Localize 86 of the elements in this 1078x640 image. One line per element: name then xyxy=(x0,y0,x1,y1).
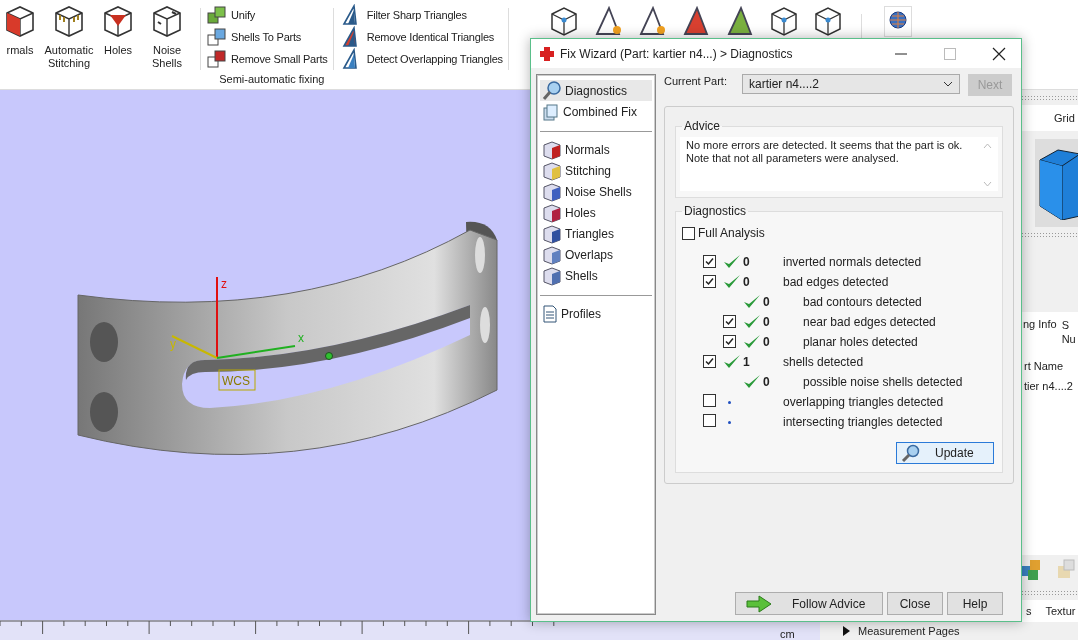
tool-button[interactable] xyxy=(812,6,843,39)
ribbon-button[interactable]: Detect Overlapping Triangles xyxy=(337,48,504,70)
chevron-icon xyxy=(943,81,953,87)
dialog-button[interactable]: Close xyxy=(887,592,943,615)
count: 0 xyxy=(743,255,750,269)
dialog-button[interactable]: Help xyxy=(947,592,1003,615)
search-icon xyxy=(542,80,562,101)
count: 0 xyxy=(763,335,770,349)
sidebar-item[interactable]: Overlaps xyxy=(540,244,652,265)
group-title: Advice xyxy=(683,119,722,133)
chevron-icon xyxy=(982,181,992,187)
ribbon-button[interactable]: Holes xyxy=(98,4,138,70)
checkbox[interactable] xyxy=(703,414,716,427)
checkbox[interactable] xyxy=(723,314,736,328)
ruler-unit: cm xyxy=(780,628,795,640)
axis-label: x xyxy=(298,331,304,345)
ribbon-button[interactable]: Remove Identical Triangles xyxy=(337,26,504,48)
check-label: bad edges detected xyxy=(783,275,890,289)
tool-button[interactable] xyxy=(883,6,912,37)
group-label: Semi-automatic fixing xyxy=(219,73,325,85)
panel-tab[interactable]: s xyxy=(1026,605,1032,617)
part-dropdown[interactable]: kartier n4....2 xyxy=(742,74,960,94)
checkbox[interactable] xyxy=(723,334,736,348)
column-heading: S xyxy=(1061,318,1070,332)
checkbox[interactable] xyxy=(703,274,716,288)
tool-button[interactable] xyxy=(548,6,579,39)
tool-button[interactable] xyxy=(768,6,799,39)
ribbon-button[interactable]: Automatic Stitching xyxy=(40,4,98,70)
axis-label: y xyxy=(170,337,176,351)
group-title: Diagnostics xyxy=(683,204,748,218)
field-label: Current Part: xyxy=(664,75,728,87)
panel-tab[interactable]: Textur xyxy=(1045,605,1076,617)
column-heading: Nu xyxy=(1061,332,1076,346)
close-icon xyxy=(992,46,1006,61)
globe-icon xyxy=(887,10,908,30)
arrow-icon xyxy=(746,594,772,613)
check-label: shells detected xyxy=(783,355,865,369)
sidebar-item[interactable]: Noise Shells xyxy=(540,181,652,202)
ribbon-button[interactable]: Shells To Parts xyxy=(205,26,329,48)
label-frame xyxy=(218,369,256,391)
ribbon-button[interactable]: rmals xyxy=(0,4,40,70)
sidebar-item[interactable]: Shells xyxy=(540,265,652,286)
count: 1 xyxy=(743,355,750,369)
pivot-point xyxy=(325,352,333,360)
check-label: inverted normals detected xyxy=(783,255,923,269)
document-icon xyxy=(542,304,558,323)
checkbox[interactable] xyxy=(703,254,716,268)
chevron-icon xyxy=(982,143,992,149)
check-label: intersecting triangles detected xyxy=(783,415,944,429)
sidebar-item[interactable]: Profiles xyxy=(540,303,652,324)
check-label: planar holes detected xyxy=(803,335,919,349)
table-cell[interactable]: tier n4....2 xyxy=(1024,380,1073,392)
count: 0 xyxy=(763,315,770,329)
sidebar-item[interactable]: Holes xyxy=(540,202,652,223)
column-heading[interactable]: rt Name xyxy=(1024,360,1064,372)
ribbon-button[interactable]: Noise Shells xyxy=(138,4,196,70)
search-icon xyxy=(901,444,921,462)
panel-tab[interactable]: Grid xyxy=(1054,112,1075,124)
dialog-button[interactable]: Follow Advice xyxy=(735,592,883,615)
sidebar-item[interactable]: Diagnostics xyxy=(540,80,652,101)
count: 0 xyxy=(763,375,770,389)
advice-text: No more errors are detected. It seems that the part is ok. Note that not all parameters were analysed. xyxy=(686,139,964,166)
checkbox[interactable] xyxy=(703,394,716,407)
maximize-icon xyxy=(944,47,956,60)
sidebar-item[interactable]: Triangles xyxy=(540,223,652,244)
ribbon-button[interactable]: Filter Sharp Triangles xyxy=(337,4,504,26)
window-title: Fix Wizard (Part: kartier n4...) > Diagnostics xyxy=(560,46,794,61)
count: 0 xyxy=(743,275,750,289)
sidebar-item[interactable]: Stitching xyxy=(540,160,652,181)
full-analysis-checkbox[interactable]: Full Analysis xyxy=(682,226,996,240)
count: 0 xyxy=(763,295,770,309)
sidebar-item[interactable]: Normals xyxy=(540,139,652,160)
checkbox[interactable] xyxy=(703,354,716,368)
update-button[interactable]: Update xyxy=(896,442,994,464)
sidebar-item[interactable]: Combined Fix xyxy=(540,101,652,122)
ribbon-button[interactable]: Unify xyxy=(205,4,329,26)
check-label: overlapping triangles detected xyxy=(783,395,945,409)
cross-icon xyxy=(539,45,555,62)
check-label: near bad edges detected xyxy=(803,315,937,329)
check-label: bad contours detected xyxy=(803,295,923,309)
panel-tab[interactable]: ng Info xyxy=(1023,318,1057,330)
ribbon-button[interactable]: Remove Small Parts xyxy=(205,48,329,70)
axis-label: z xyxy=(221,277,227,291)
frame-label: WCS xyxy=(222,374,250,388)
check-label: possible noise shells detected xyxy=(803,375,964,389)
pages-icon xyxy=(542,102,560,121)
